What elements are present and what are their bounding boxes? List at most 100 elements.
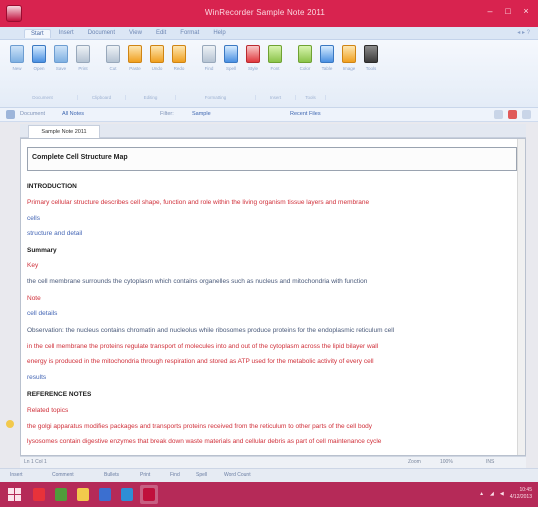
ribbon-tabs: Start Insert Document View Edit Format Help <box>24 29 232 38</box>
tab-edit[interactable]: Edit <box>150 29 172 38</box>
open-icon <box>32 45 46 63</box>
taskbar-app-3[interactable] <box>74 485 92 504</box>
ribbon-button-label: Find <box>204 66 214 71</box>
ribbon-button-label: Spell <box>225 66 236 71</box>
editor-status-bar: Ln 1 Col 1 Zoom 100% INS <box>20 456 526 468</box>
ribbon-groups: Document Clipboard Editing Formatting Insert… <box>8 95 326 100</box>
text-line: lysosomes contain digestive enzymes that… <box>27 438 382 445</box>
subbar-right-link[interactable]: Recent Files <box>290 111 321 117</box>
text-line: the golgi apparatus modifies packages an… <box>27 423 373 430</box>
paste-icon <box>128 45 142 63</box>
style-button[interactable]: Style <box>244 45 262 71</box>
image-button[interactable]: Image <box>340 45 358 71</box>
zoom-label[interactable]: Zoom <box>408 459 421 465</box>
flag-icon[interactable]: ▲ <box>479 491 484 497</box>
close-button[interactable]: × <box>520 6 532 16</box>
tab-document[interactable]: Document <box>82 29 121 38</box>
bottom-insert-button[interactable]: Insert <box>10 472 23 478</box>
image-icon <box>342 45 356 63</box>
maximize-button[interactable]: □ <box>502 6 514 16</box>
tab-format[interactable]: Format <box>174 29 205 38</box>
ribbon-help-icons[interactable]: ◂ ▸ ? <box>517 29 530 36</box>
window-controls: – □ × <box>484 6 532 16</box>
text-line: the cell membrane surrounds the cytoplas… <box>27 278 368 285</box>
find-icon <box>202 45 216 63</box>
taskbar: ▲ ◢ ◀ 10:45 4/12/2013 <box>0 482 538 507</box>
zoom-value[interactable]: 100% <box>440 459 453 465</box>
browser-app-icon <box>99 488 111 501</box>
print-button[interactable]: Print <box>74 45 92 71</box>
style-icon <box>246 45 260 63</box>
ribbon-button-label: Style <box>247 66 258 71</box>
table-button[interactable]: Table <box>318 45 336 71</box>
tab-view[interactable]: View <box>123 29 148 38</box>
open-button[interactable]: Open <box>30 45 48 71</box>
bottom-comment-button[interactable]: Comment <box>52 472 74 478</box>
network-icon[interactable]: ◢ <box>490 491 494 497</box>
color-button[interactable]: Color <box>296 45 314 71</box>
clock[interactable]: 10:45 4/12/2013 <box>510 487 532 501</box>
bottom-bullets-button[interactable]: Bullets <box>104 472 119 478</box>
document-header-box[interactable]: Complete Cell Structure Map <box>27 147 517 171</box>
folder-app-icon <box>77 488 89 501</box>
app-icon[interactable] <box>6 5 22 22</box>
insert-mode[interactable]: INS <box>486 459 494 465</box>
start-button[interactable] <box>8 488 21 501</box>
ribbon-group-label: Clipboard <box>78 95 126 100</box>
title-bar: WinRecorder Sample Note 2011 – □ × <box>0 0 538 27</box>
options-icon[interactable] <box>522 110 531 119</box>
spell-button[interactable]: Spell <box>222 45 240 71</box>
bottom-find-button[interactable]: Find <box>170 472 180 478</box>
vertical-scrollbar[interactable] <box>517 139 525 455</box>
bookmark-icon[interactable] <box>6 420 14 428</box>
taskbar-app-1[interactable] <box>30 485 48 504</box>
clock-date: 4/12/2013 <box>509 494 532 500</box>
document-header: Complete Cell Structure Map <box>32 154 128 161</box>
save-button[interactable]: Save <box>52 45 70 71</box>
tab-start[interactable]: Start <box>24 29 51 38</box>
undo-button[interactable]: Undo <box>148 45 166 71</box>
font-icon <box>268 45 282 63</box>
text-line: Primary cellular structure describes cel… <box>27 199 370 206</box>
tab-insert[interactable]: Insert <box>53 29 80 38</box>
editor-area[interactable]: Complete Cell Structure Map INTRODUCTION… <box>20 138 526 456</box>
ribbon-button-label: Print <box>78 66 88 71</box>
ribbon-button-label: New <box>12 66 22 71</box>
volume-icon[interactable]: ◀ <box>500 491 504 497</box>
font-button[interactable]: Font <box>266 45 284 71</box>
ribbon-button-label: Font <box>270 66 280 71</box>
subbar-left-label: Document <box>20 111 46 117</box>
document-tab[interactable]: Sample Note 2011 <box>28 125 100 138</box>
taskbar-app-6[interactable] <box>140 485 158 504</box>
bottom-spell-button[interactable]: Spell <box>196 472 207 478</box>
ribbon-group-label: Formatting <box>176 95 256 100</box>
tab-help[interactable]: Help <box>207 29 231 38</box>
taskbar-app-2[interactable] <box>52 485 70 504</box>
tools-button[interactable]: Tools <box>362 45 380 71</box>
find-button[interactable]: Find <box>200 45 218 71</box>
minimize-button[interactable]: – <box>484 6 496 16</box>
subbar-mid-link[interactable]: Sample <box>192 111 211 117</box>
sub-toolbar: Document All Notes Filter: Sample Recent… <box>0 108 538 122</box>
ribbon-tab-bar: Start Insert Document View Edit Format Help ◂ … <box>0 27 538 40</box>
ribbon-group-label: Document <box>8 95 78 100</box>
taskbar-app-5[interactable] <box>118 485 136 504</box>
collapse-icon[interactable] <box>494 110 503 119</box>
section-heading: REFERENCE NOTES <box>27 391 92 398</box>
ribbon-button-label: Image <box>342 66 356 71</box>
bottom-print-button[interactable]: Print <box>140 472 150 478</box>
cut-button[interactable]: Cut <box>104 45 122 71</box>
subbar-left-link[interactable]: All Notes <box>62 111 84 117</box>
ribbon-button-label: Undo <box>151 66 163 71</box>
alert-icon[interactable] <box>508 110 517 119</box>
section-heading: INTRODUCTION <box>27 183 77 190</box>
bottom-word-count-button[interactable]: Word Count <box>224 472 251 478</box>
new-icon <box>10 45 24 63</box>
ribbon-group-label: Editing <box>126 95 176 100</box>
taskbar-app-4[interactable] <box>96 485 114 504</box>
section-heading: Summary <box>27 247 57 254</box>
text-line: cells <box>27 215 41 222</box>
new-button[interactable]: New <box>8 45 26 71</box>
redo-button[interactable]: Redo <box>170 45 188 71</box>
paste-button[interactable]: Paste <box>126 45 144 71</box>
